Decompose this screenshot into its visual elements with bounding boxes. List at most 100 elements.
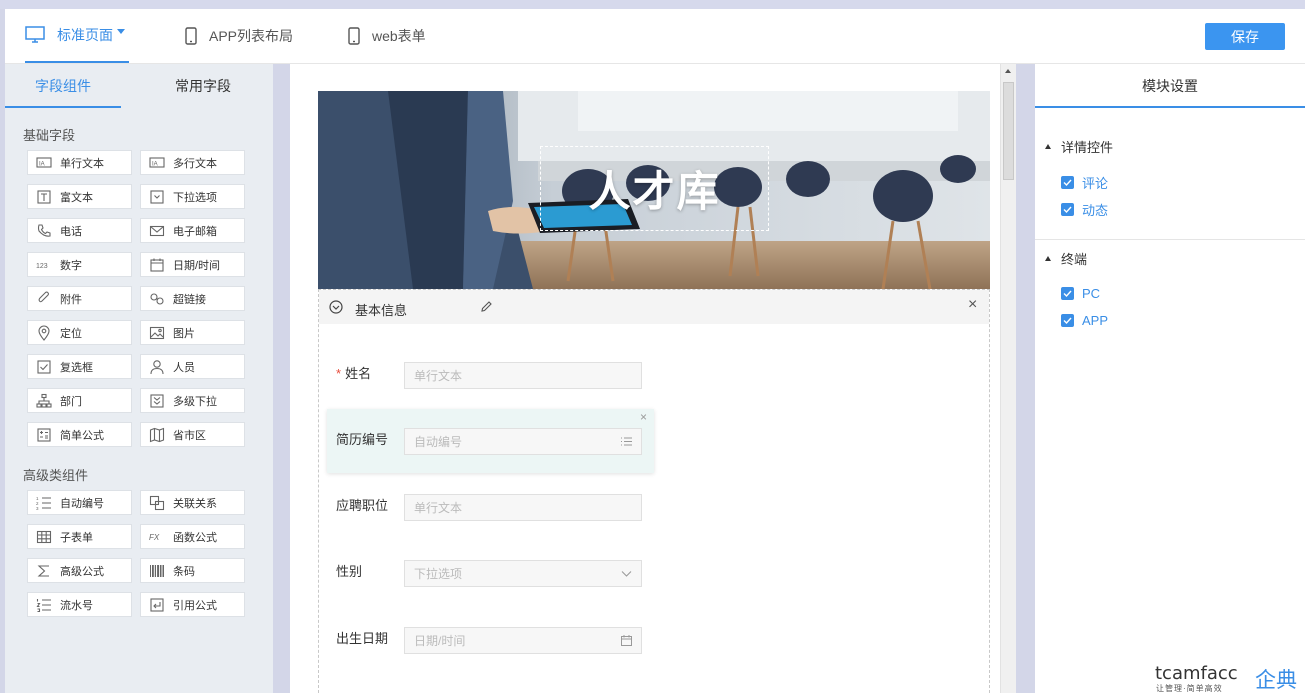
org-icon xyxy=(28,393,60,409)
component-label: 富文本 xyxy=(60,191,93,204)
checkbox-pc[interactable]: PC xyxy=(1061,286,1100,301)
chevron-down-icon xyxy=(620,567,633,583)
scroll-up-icon[interactable] xyxy=(1005,69,1011,73)
tab-app-list-layout[interactable]: APP列表布局 xyxy=(185,9,293,63)
component-label: 电子邮箱 xyxy=(173,225,217,238)
checkbox-label: 评论 xyxy=(1082,176,1109,191)
tab-standard-page[interactable]: 标准页面 xyxy=(25,9,129,63)
component-label: 日期/时间 xyxy=(173,259,221,272)
field-label-text: 出生日期 xyxy=(336,631,389,646)
dropdown-icon xyxy=(141,189,173,205)
close-icon[interactable]: × xyxy=(640,410,647,424)
check-icon xyxy=(1061,203,1074,216)
component-auto-number[interactable]: 1 2 3 自动编号 xyxy=(27,490,132,515)
field-gender-input[interactable]: 下拉选项 xyxy=(404,560,642,587)
banner-title[interactable]: 人才库 xyxy=(540,146,769,231)
component-mail[interactable]: 电子邮箱 xyxy=(140,218,245,243)
tab-field-components[interactable]: 字段组件 xyxy=(5,64,121,108)
canvas-scrollbar[interactable] xyxy=(1000,64,1016,693)
group-detail-controls[interactable]: 详情控件 xyxy=(1045,137,1113,156)
map-icon xyxy=(141,427,173,443)
calendar-icon xyxy=(141,257,173,273)
component-person[interactable]: 人员 xyxy=(140,354,245,379)
mobile-icon xyxy=(348,27,360,45)
group-title: 终端 xyxy=(1061,252,1088,267)
component-function[interactable]: FX 函数公式 xyxy=(140,524,245,549)
check-icon xyxy=(1061,287,1074,300)
collapse-icon[interactable] xyxy=(329,300,343,314)
formula-icon xyxy=(28,427,60,443)
component-map[interactable]: 省市区 xyxy=(140,422,245,447)
expand-triangle-icon xyxy=(1045,256,1051,261)
component-text-multi[interactable]: IA 多行文本 xyxy=(140,150,245,175)
save-button[interactable]: 保存 xyxy=(1205,23,1285,50)
component-label: 函数公式 xyxy=(173,531,217,544)
mobile-icon xyxy=(185,27,197,45)
field-resume-number-input[interactable]: 自动编号 xyxy=(404,428,642,455)
svg-text:IA: IA xyxy=(152,161,158,167)
component-dropdown[interactable]: 下拉选项 xyxy=(140,184,245,209)
component-phone[interactable]: 电话 xyxy=(27,218,132,243)
component-label: 单行文本 xyxy=(60,157,104,170)
serial-icon xyxy=(28,597,60,613)
brand-logo: tcamfacc 企典 让管理·简单高效 xyxy=(1155,663,1305,693)
component-label: 子表单 xyxy=(60,531,93,544)
component-label: 图片 xyxy=(173,327,195,340)
component-serial[interactable]: 流水号 xyxy=(27,592,132,617)
group-terminal[interactable]: 终端 xyxy=(1045,249,1087,268)
logo-text: tcamfacc xyxy=(1155,663,1238,684)
component-calendar[interactable]: 日期/时间 xyxy=(140,252,245,277)
component-org[interactable]: 部门 xyxy=(27,388,132,413)
window-top-strip xyxy=(0,0,1305,9)
component-rich-text[interactable]: 富文本 xyxy=(27,184,132,209)
text-line-icon: IA xyxy=(28,155,60,171)
component-attachment[interactable]: 附件 xyxy=(27,286,132,311)
pencil-icon[interactable] xyxy=(480,300,493,313)
component-label: 关联关系 xyxy=(173,497,217,510)
component-label: 人员 xyxy=(173,361,195,374)
component-location[interactable]: 定位 xyxy=(27,320,132,345)
image-icon xyxy=(141,325,173,341)
component-reference[interactable]: 引用公式 xyxy=(140,592,245,617)
checkbox-comment[interactable]: 评论 xyxy=(1061,173,1108,192)
component-sigma[interactable]: 高级公式 xyxy=(27,558,132,583)
close-icon[interactable]: × xyxy=(968,296,977,314)
checkbox-label: APP xyxy=(1082,313,1109,328)
tab-web-form[interactable]: web表单 xyxy=(348,9,426,63)
field-birthdate-input[interactable]: 日期/时间 xyxy=(404,627,642,654)
scrollbar-thumb[interactable] xyxy=(1003,82,1014,180)
group-title: 详情控件 xyxy=(1061,140,1114,155)
component-subform[interactable]: 子表单 xyxy=(27,524,132,549)
component-checkbox[interactable]: 复选框 xyxy=(27,354,132,379)
field-gender-label: 性别 xyxy=(336,561,362,580)
component-barcode[interactable]: 条码 xyxy=(140,558,245,583)
component-text-line[interactable]: IA 单行文本 xyxy=(27,150,132,175)
tab-common-fields[interactable]: 常用字段 xyxy=(145,64,261,108)
component-label: 流水号 xyxy=(60,599,93,612)
component-formula[interactable]: 简单公式 xyxy=(27,422,132,447)
component-number[interactable]: 123 数字 xyxy=(27,252,132,277)
number-icon: 123 xyxy=(28,257,60,273)
list-icon xyxy=(620,435,633,451)
svg-text:FX: FX xyxy=(149,533,160,542)
field-position-input[interactable]: 单行文本 xyxy=(404,494,642,521)
required-mark: * xyxy=(336,366,342,381)
component-link[interactable]: 超链接 xyxy=(140,286,245,311)
check-icon xyxy=(1061,314,1074,327)
field-label-text: 简历编号 xyxy=(336,432,389,447)
field-name-input[interactable]: 单行文本 xyxy=(404,362,642,389)
barcode-icon xyxy=(141,563,173,579)
component-label: 条码 xyxy=(173,565,195,578)
component-label: 数字 xyxy=(60,259,82,272)
logo-cn: 企典 xyxy=(1255,669,1297,692)
component-relation[interactable]: 关联关系 xyxy=(140,490,245,515)
tab-app-list-layout-label: APP列表布局 xyxy=(209,28,294,44)
component-image[interactable]: 图片 xyxy=(140,320,245,345)
component-label: 省市区 xyxy=(173,429,206,442)
checkbox-app[interactable]: APP xyxy=(1061,313,1108,328)
calendar-icon xyxy=(620,634,633,650)
component-multi-dropdown[interactable]: 多级下拉 xyxy=(140,388,245,413)
reference-icon xyxy=(141,597,173,613)
checkbox-activity[interactable]: 动态 xyxy=(1061,200,1108,219)
relation-icon xyxy=(141,495,173,511)
